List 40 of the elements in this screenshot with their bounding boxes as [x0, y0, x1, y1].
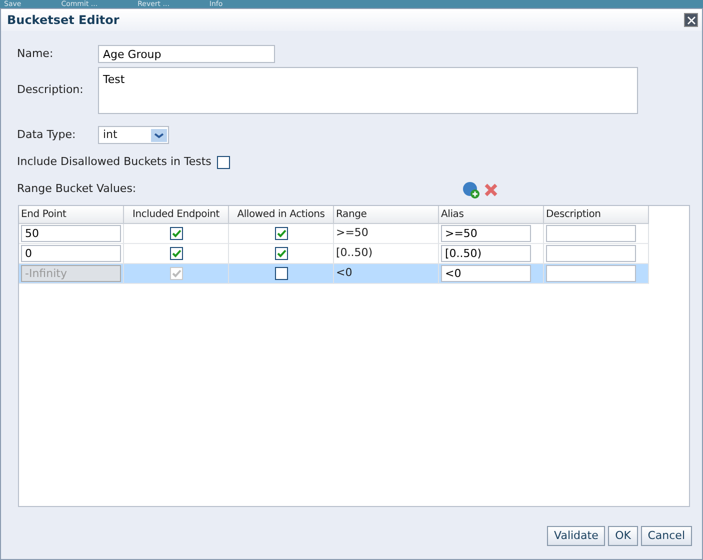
- column-header: Description: [544, 206, 649, 224]
- range-text: <0: [336, 264, 352, 281]
- description-field[interactable]: Test: [98, 67, 638, 114]
- checkbox[interactable]: [274, 266, 288, 280]
- column-header: Allowed in Actions: [229, 206, 334, 224]
- end-point-field[interactable]: 50: [21, 224, 121, 242]
- checkbox[interactable]: [274, 226, 288, 240]
- field-label: Data Type:: [17, 126, 77, 143]
- section-label: Range Bucket Values:: [17, 181, 138, 198]
- checkbox[interactable]: [216, 156, 230, 169]
- column-header: Range: [334, 206, 439, 224]
- add-row-icon[interactable]: [462, 180, 480, 198]
- alias-field[interactable]: >=50: [441, 224, 531, 242]
- range-text: [0..50): [336, 244, 373, 261]
- checkbox-label: Include Disallowed Buckets in Tests: [17, 154, 212, 170]
- range-text: >=50: [336, 224, 368, 241]
- checkbox[interactable]: [274, 246, 288, 260]
- description-field[interactable]: [546, 264, 636, 282]
- checkbox[interactable]: [170, 246, 182, 260]
- delete-icon[interactable]: [482, 182, 499, 198]
- dialog-button[interactable]: Cancel: [640, 526, 692, 546]
- alias-field[interactable]: <0: [441, 264, 531, 282]
- column-header: Included Endpoint: [124, 206, 229, 224]
- dropdown-caret-icon: [151, 128, 167, 142]
- column-header: End Point: [19, 206, 124, 224]
- alias-field[interactable]: [0..50): [441, 244, 531, 262]
- name-field[interactable]: Age Group: [98, 45, 275, 63]
- dialog-title: Bucketset Editor: [7, 12, 120, 28]
- close-icon[interactable]: [684, 13, 698, 27]
- dialog-button[interactable]: OK: [608, 526, 638, 546]
- data-type-dropdown[interactable]: int: [98, 126, 169, 144]
- end-point-field[interactable]: 0: [21, 244, 121, 262]
- checkbox[interactable]: [170, 226, 182, 240]
- column-header: Alias: [439, 206, 544, 224]
- description-field[interactable]: [546, 244, 636, 262]
- field-label: Description:: [17, 82, 84, 98]
- dialog-button[interactable]: Validate: [547, 526, 606, 546]
- description-field[interactable]: [546, 224, 636, 242]
- end-point-field: -Infinity: [21, 264, 121, 282]
- field-label: Name:: [17, 46, 54, 62]
